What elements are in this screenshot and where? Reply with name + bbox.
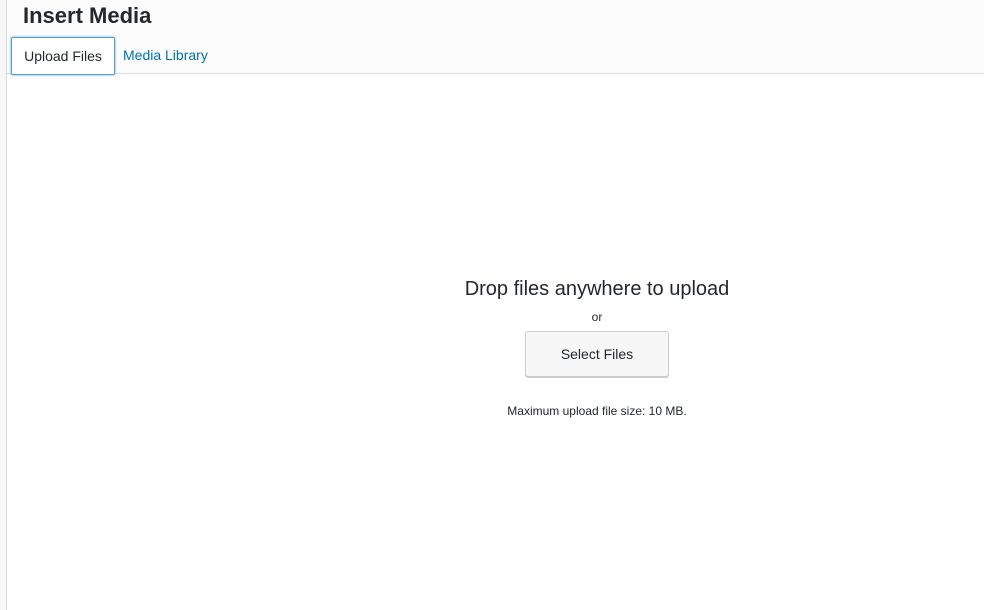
tab-upload-files[interactable]: Upload Files [11, 37, 115, 75]
or-separator: or [591, 310, 603, 324]
upload-drop-area[interactable]: Drop files anywhere to upload or Select … [307, 275, 887, 419]
tab-media-library[interactable]: Media Library [123, 37, 208, 73]
frame-title: Insert Media [23, 3, 152, 28]
max-upload-size: Maximum upload file size: 10 MB. [507, 404, 687, 418]
frame-header: Insert Media Upload Files Media Library [7, 0, 984, 75]
insert-media-frame: Insert Media Upload Files Media Library … [7, 0, 984, 610]
select-files-button[interactable]: Select Files [525, 331, 669, 377]
left-panel-edge [0, 0, 7, 610]
drop-instructions: Drop files anywhere to upload [464, 278, 730, 300]
